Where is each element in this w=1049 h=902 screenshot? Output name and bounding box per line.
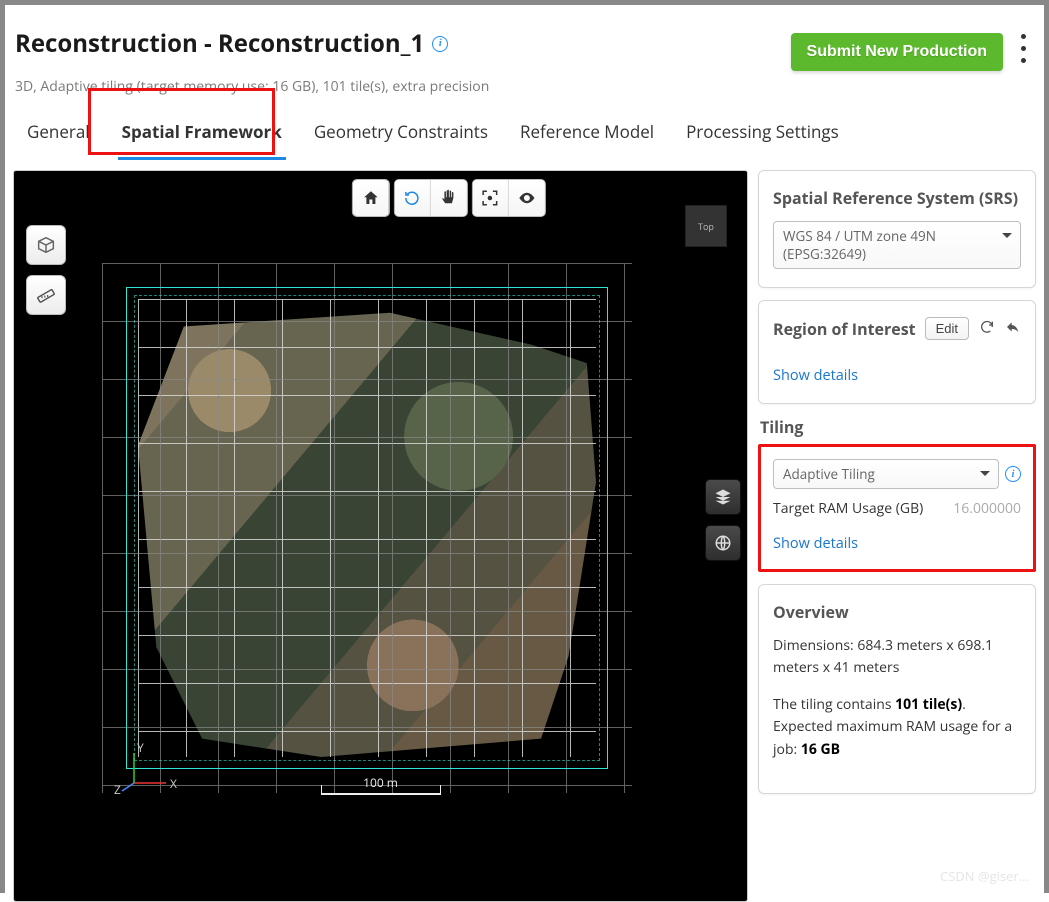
tab-processing-settings[interactable]: Processing Settings — [682, 114, 843, 160]
watermark: CSDN @giser... — [940, 867, 1029, 885]
scale-bar: 100 m — [321, 774, 441, 795]
orbit-button[interactable] — [394, 180, 430, 216]
roi-heading: Region of Interest — [773, 318, 916, 340]
eye-icon — [517, 189, 535, 207]
hand-icon — [439, 189, 457, 207]
submit-new-production-button[interactable]: Submit New Production — [791, 33, 1003, 71]
cube-icon — [35, 234, 57, 256]
tiling-card-wrapper: Tiling Adaptive Tiling i Target RAM Usag… — [758, 416, 1036, 572]
layers-button[interactable] — [705, 479, 741, 515]
orbit-icon — [403, 189, 421, 207]
overview-heading: Overview — [773, 601, 1021, 623]
refresh-icon — [979, 319, 995, 335]
focus-button[interactable] — [472, 180, 508, 216]
home-view-button[interactable] — [352, 180, 388, 216]
home-icon — [361, 189, 379, 207]
tiling-show-details-link[interactable]: Show details — [773, 534, 858, 553]
undo-icon — [1005, 319, 1021, 335]
tabs: General Spatial Framework Geometry Const… — [5, 96, 1044, 160]
info-icon[interactable]: i — [432, 36, 448, 52]
basemap-button[interactable] — [705, 525, 741, 561]
orientation-badge[interactable]: Top — [685, 205, 727, 247]
roi-show-details-link[interactable]: Show details — [773, 366, 858, 385]
ruler-icon — [35, 284, 57, 306]
roi-card: Region of Interest Edit Show details — [758, 300, 1036, 404]
srs-select[interactable]: WGS 84 / UTM zone 49N (EPSG:32649) — [773, 221, 1021, 269]
overview-tiling-line: The tiling contains 101 tile(s). Expecte… — [773, 694, 1021, 761]
pan-button[interactable] — [430, 180, 466, 216]
tab-geometry-constraints[interactable]: Geometry Constraints — [310, 114, 492, 160]
tile-grid-canvas — [102, 263, 632, 793]
viewport-3d[interactable]: Top — [13, 170, 748, 902]
more-menu-button[interactable] — [1021, 34, 1026, 70]
tiling-mode-select[interactable]: Adaptive Tiling — [773, 459, 999, 489]
axes-gizmo: X Y Z — [122, 747, 178, 797]
roi-undo-button[interactable] — [1005, 318, 1021, 340]
bounding-box-button[interactable] — [26, 225, 66, 265]
axis-y-label: Y — [137, 739, 144, 756]
tab-general[interactable]: General — [23, 114, 94, 160]
tiling-ram-label: Target RAM Usage (GB) — [773, 499, 923, 518]
roi-edit-button[interactable]: Edit — [925, 317, 969, 340]
axis-x-label: X — [170, 775, 177, 792]
srs-card: Spatial Reference System (SRS) WGS 84 / … — [758, 170, 1036, 288]
header: Reconstruction - Reconstruction_1 i Subm… — [5, 5, 1044, 71]
right-tools — [705, 479, 741, 561]
roi-reset-button[interactable] — [979, 318, 995, 340]
visibility-button[interactable] — [508, 180, 544, 216]
tiling-info-icon[interactable]: i — [1005, 466, 1021, 482]
overview-card: Overview Dimensions: 684.3 meters x 698.… — [758, 584, 1036, 794]
overview-dimensions: Dimensions: 684.3 meters x 698.1 meters … — [773, 635, 1021, 680]
layers-icon — [714, 488, 732, 506]
viewport-toolbar — [351, 179, 545, 217]
axis-z-label: Z — [114, 781, 121, 798]
left-tools — [26, 225, 66, 315]
tiling-heading: Tiling — [760, 416, 1036, 438]
page-title: Reconstruction - Reconstruction_1 — [15, 27, 424, 60]
right-panel: Spatial Reference System (SRS) WGS 84 / … — [758, 170, 1036, 902]
srs-heading: Spatial Reference System (SRS) — [773, 187, 1021, 209]
roi-boundary-inner — [134, 295, 600, 761]
tab-spatial-framework[interactable]: Spatial Framework — [118, 114, 286, 160]
page-subtitle: 3D, Adaptive tiling (target memory use: … — [15, 77, 1044, 96]
tab-reference-model[interactable]: Reference Model — [516, 114, 658, 160]
tiling-mode-value: Adaptive Tiling — [783, 465, 875, 483]
scale-label: 100 m — [363, 774, 398, 791]
tiling-ram-value[interactable]: 16.000000 — [953, 499, 1021, 518]
focus-icon — [481, 189, 499, 207]
measure-button[interactable] — [26, 275, 66, 315]
annotation-highlight-tiling: Adaptive Tiling i Target RAM Usage (GB) … — [758, 444, 1036, 572]
globe-icon — [714, 534, 732, 552]
srs-value: WGS 84 / UTM zone 49N (EPSG:32649) — [783, 227, 936, 263]
